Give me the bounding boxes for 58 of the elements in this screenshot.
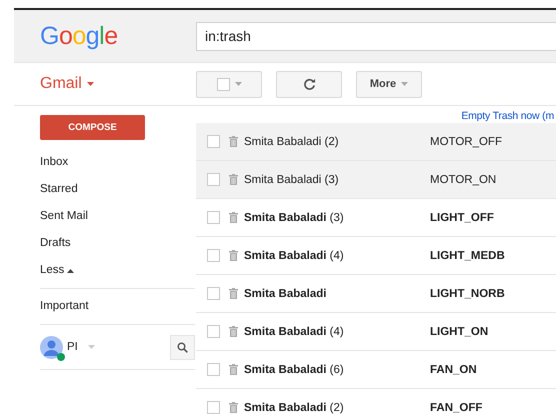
trash-icon[interactable] — [229, 326, 238, 337]
nav-item[interactable]: Starred — [40, 176, 78, 203]
checkbox[interactable] — [207, 325, 220, 338]
sender-name: Smita Babaladi (3) — [244, 174, 340, 186]
trash-icon[interactable] — [229, 212, 238, 223]
checkbox[interactable] — [216, 78, 230, 90]
app-menu[interactable]: Gmail — [14, 75, 196, 93]
message-row[interactable]: Smita Babaladi (3) MOTOR_ON — [196, 161, 556, 199]
trash-icon[interactable] — [229, 250, 238, 261]
sender-name: Smita Babaladi (6) — [244, 364, 345, 376]
message-subject: MOTOR_ON — [430, 174, 496, 186]
message-subject: LIGHT_NORB — [430, 288, 505, 300]
select-button[interactable] — [196, 70, 262, 98]
trash-icon[interactable] — [229, 174, 238, 185]
trash-icon[interactable] — [229, 136, 238, 147]
caret-icon — [88, 345, 95, 349]
sender-name: Smita Babaladi (4) — [244, 326, 345, 338]
search-button[interactable] — [170, 334, 195, 360]
nav-item[interactable]: Sent Mail — [40, 203, 88, 230]
trash-icon[interactable] — [229, 288, 238, 299]
message-subject: LIGHT_MEDB — [430, 250, 505, 262]
avatar-icon[interactable] — [40, 336, 63, 358]
message-subject: FAN_ON — [430, 364, 477, 376]
caret-icon — [67, 268, 74, 272]
more-button[interactable]: More — [356, 70, 422, 98]
search-icon — [177, 342, 188, 352]
sender-name: Smita Babaladi (3) — [244, 212, 345, 224]
sender-name: Smita Babaladi (2) — [244, 136, 340, 148]
message-subject: MOTOR_OFF — [430, 136, 502, 148]
checkbox[interactable] — [207, 135, 220, 148]
refresh-button[interactable] — [276, 70, 342, 98]
nav-item[interactable]: Inbox — [40, 149, 68, 176]
message-row[interactable]: Smita Babaladi (2) MOTOR_OFF — [196, 123, 556, 161]
compose-button[interactable]: COMPOSE — [40, 115, 145, 140]
trash-icon[interactable] — [229, 364, 238, 375]
empty-trash-link[interactable]: Empty Trash now (m — [461, 106, 554, 123]
caret-icon — [234, 82, 242, 86]
checkbox[interactable] — [207, 401, 220, 414]
caret-icon — [401, 82, 408, 86]
checkbox[interactable] — [207, 287, 220, 300]
sender-name: Smita Babaladi (4) — [244, 250, 345, 262]
refresh-icon — [302, 78, 316, 90]
sender-name: Smita Babaladi (2) — [244, 402, 345, 414]
nav-item[interactable]: Drafts — [40, 230, 71, 257]
message-subject: LIGHT_ON — [430, 326, 488, 338]
checkbox[interactable] — [207, 249, 220, 262]
caret-icon — [86, 82, 94, 86]
checkbox[interactable] — [207, 211, 220, 224]
search-field[interactable]: in:trash — [196, 22, 556, 50]
account-name[interactable]: PI — [67, 341, 78, 353]
trash-icon[interactable] — [229, 402, 238, 413]
checkbox[interactable] — [207, 173, 220, 186]
nav-item[interactable]: Important — [40, 293, 89, 320]
sender-name: Smita Babaladi — [244, 288, 328, 300]
less-toggle[interactable]: Less — [40, 257, 74, 284]
message-subject: LIGHT_OFF — [430, 212, 494, 224]
checkbox[interactable] — [207, 363, 220, 376]
message-subject: FAN_OFF — [430, 402, 482, 414]
